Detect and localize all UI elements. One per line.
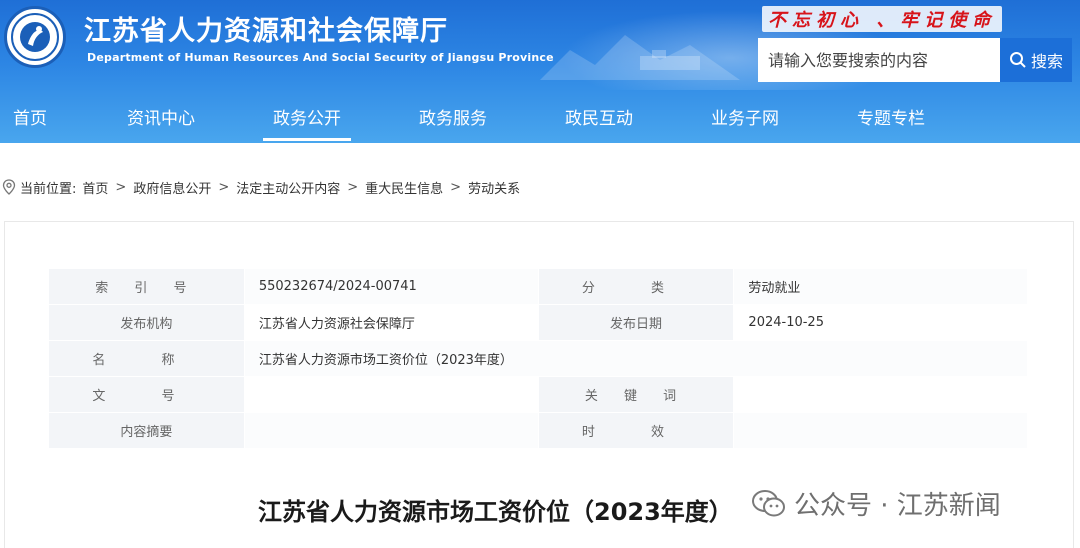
- summary-label: 内容摘要: [48, 412, 245, 449]
- validity-value: [733, 412, 1028, 449]
- table-row: 索 引 号 550232674/2024-00741 分 类 劳动就业: [48, 268, 1028, 305]
- main-nav: 首页 资讯中心 政务公开 政务服务 政民互动 业务子网 专题专栏: [0, 96, 1080, 143]
- publisher-label: 发布机构: [48, 304, 245, 341]
- keywords-value: [733, 376, 1028, 413]
- table-row: 发布机构 江苏省人力资源社会保障厅 发布日期 2024-10-25: [48, 304, 1028, 341]
- docno-value: [243, 376, 539, 413]
- breadcrumb: 当前位置: 首页 > 政府信息公开 > 法定主动公开内容 > 重大民生信息 > …: [2, 177, 520, 197]
- nav-item-services[interactable]: 政务服务: [419, 96, 487, 143]
- summary-value: [243, 412, 539, 449]
- keywords-label: 关 键 词: [537, 376, 735, 413]
- category-label: 分 类: [537, 268, 735, 305]
- date-label: 发布日期: [537, 304, 735, 341]
- slogan: 不忘初心 、牢记使命: [762, 6, 1003, 32]
- index-value: 550232674/2024-00741: [243, 268, 539, 305]
- breadcrumb-separator: >: [218, 179, 230, 195]
- site-header: 江苏省人力资源和社会保障厅 Department of Human Resour…: [0, 0, 1080, 143]
- nav-item-topics[interactable]: 专题专栏: [857, 96, 925, 143]
- index-label: 索 引 号: [48, 268, 245, 305]
- validity-label: 时 效: [537, 412, 735, 449]
- search-icon: [1009, 52, 1026, 68]
- document-metadata-table: 索 引 号 550232674/2024-00741 分 类 劳动就业 发布机构…: [48, 268, 1029, 449]
- breadcrumb-item-info-open[interactable]: 政府信息公开: [133, 178, 211, 197]
- nav-item-open-government[interactable]: 政务公开: [263, 96, 351, 143]
- breadcrumb-separator: >: [347, 179, 359, 195]
- watermark: 公众号 · 江苏新闻: [752, 485, 1001, 522]
- breadcrumb-item-livelihood[interactable]: 重大民生信息: [365, 178, 443, 197]
- search-button[interactable]: 搜索: [1000, 38, 1072, 82]
- location-pin-icon: [2, 179, 16, 195]
- site-title[interactable]: 江苏省人力资源和社会保障厅: [84, 9, 448, 48]
- document-title: 江苏省人力资源市场工资价位（2023年度）: [258, 498, 733, 526]
- landscape-decoration: [540, 35, 740, 80]
- breadcrumb-separator: >: [115, 179, 127, 195]
- breadcrumb-item-labor[interactable]: 劳动关系: [468, 178, 520, 197]
- nav-item-news[interactable]: 资讯中心: [127, 96, 195, 143]
- name-value: 江苏省人力资源市场工资价位（2023年度）: [243, 340, 1029, 377]
- publisher-value: 江苏省人力资源社会保障厅: [243, 304, 539, 341]
- name-label: 名 称: [48, 340, 245, 377]
- table-row: 内容摘要 时 效: [48, 412, 1028, 449]
- nav-item-subsites[interactable]: 业务子网: [711, 96, 779, 143]
- category-value: 劳动就业: [733, 268, 1028, 305]
- date-value: 2024-10-25: [733, 304, 1028, 341]
- table-row: 名 称 江苏省人力资源市场工资价位（2023年度）: [48, 340, 1029, 377]
- table-row: 文 号 关 键 词: [48, 376, 1028, 413]
- breadcrumb-item-home[interactable]: 首页: [82, 178, 108, 197]
- breadcrumb-separator: >: [450, 179, 462, 195]
- nav-item-home[interactable]: 首页: [13, 96, 47, 143]
- watermark-text: 公众号 · 江苏新闻: [794, 491, 1001, 521]
- search-input[interactable]: [758, 38, 1000, 82]
- docno-label: 文 号: [48, 376, 245, 413]
- wechat-icon: [752, 489, 785, 516]
- nav-item-interaction[interactable]: 政民互动: [565, 96, 633, 143]
- breadcrumb-item-statutory[interactable]: 法定主动公开内容: [236, 178, 340, 197]
- breadcrumb-prefix: 当前位置:: [20, 181, 77, 197]
- search-button-label: 搜索: [1030, 52, 1063, 71]
- ministry-emblem-icon[interactable]: [4, 6, 66, 68]
- site-subtitle: Department of Human Resources And Social…: [87, 51, 554, 64]
